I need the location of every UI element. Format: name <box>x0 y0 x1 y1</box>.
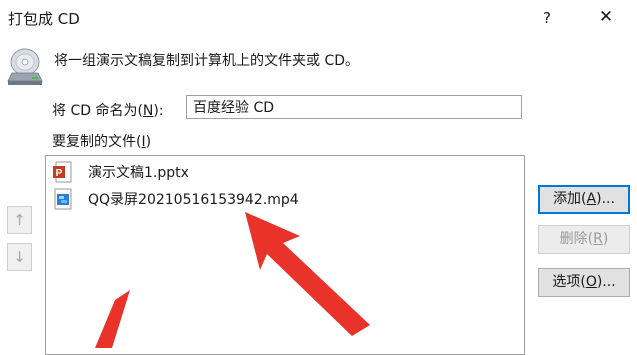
help-button[interactable]: ? <box>535 6 559 30</box>
cd-name-label: 将 CD 命名为(N): <box>52 103 164 119</box>
file-name: QQ录屏20210516153942.mp4 <box>88 192 299 208</box>
add-button[interactable]: 添加(A)... <box>538 185 630 214</box>
cd-name-input[interactable] <box>186 95 522 119</box>
title-bar: 打包成 CD ? ✕ <box>0 0 637 36</box>
move-down-button[interactable]: ↓ <box>7 243 32 271</box>
file-name: 演示文稿1.pptx <box>88 165 189 181</box>
options-button[interactable]: 选项(O)... <box>538 268 630 297</box>
pptx-file-icon: P <box>53 161 72 183</box>
close-button[interactable]: ✕ <box>594 5 618 29</box>
dialog-title: 打包成 CD <box>8 10 80 28</box>
dialog-description: 将一组演示文稿复制到计算机上的文件夹或 CD。 <box>54 53 360 69</box>
list-item[interactable]: P 演示文稿1.pptx <box>52 160 189 184</box>
move-up-button[interactable]: ↑ <box>7 206 32 234</box>
file-list[interactable]: P 演示文稿1.pptx QQ录屏20210516153942.mp4 <box>45 155 525 355</box>
cd-drive-icon <box>7 48 43 85</box>
svg-text:P: P <box>56 168 63 179</box>
list-item[interactable]: QQ录屏20210516153942.mp4 <box>52 187 299 211</box>
files-to-copy-label: 要复制的文件(I) <box>52 134 152 150</box>
remove-button[interactable]: 删除(R) <box>538 225 630 254</box>
video-file-icon <box>54 188 72 210</box>
